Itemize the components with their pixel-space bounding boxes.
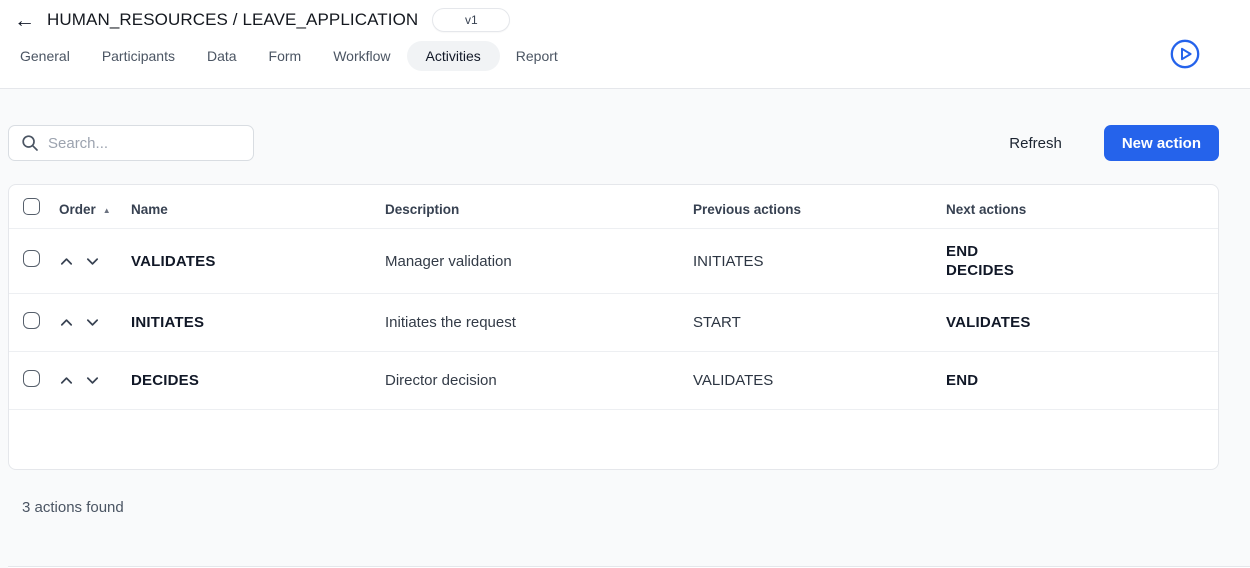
search-box[interactable] (8, 125, 254, 161)
table-empty-space (9, 409, 1218, 469)
previous-actions: INITIATES (693, 239, 946, 284)
tab-workflow[interactable]: Workflow (317, 41, 406, 71)
toolbar: Refresh New action (8, 89, 1219, 161)
row-checkbox[interactable] (23, 370, 40, 387)
actions-table: Order▲ Name Description Previous actions… (8, 184, 1219, 470)
table-row: DECIDESDirector decisionVALIDATESEND (9, 351, 1218, 409)
chevron-up-icon (59, 315, 74, 330)
action-name: DECIDES (131, 358, 385, 403)
row-checkbox[interactable] (23, 250, 40, 267)
tab-form[interactable]: Form (253, 41, 318, 71)
move-down-button[interactable] (85, 315, 100, 330)
column-header-order[interactable]: Order▲ (59, 202, 131, 217)
breadcrumb-bar: ← HUMAN_RESOURCES / LEAVE_APPLICATION v1 (0, 0, 1250, 34)
tab-bar: GeneralParticipantsDataFormWorkflowActiv… (0, 34, 1250, 71)
move-up-button[interactable] (59, 315, 74, 330)
row-checkbox[interactable] (23, 312, 40, 329)
chevron-down-icon (85, 315, 100, 330)
next-actions: ENDDECIDES (946, 229, 1218, 293)
chevron-up-icon (59, 254, 74, 269)
action-name: VALIDATES (131, 239, 385, 284)
select-all-checkbox[interactable] (23, 198, 40, 215)
page-title: HUMAN_RESOURCES / LEAVE_APPLICATION (47, 10, 418, 30)
previous-actions: VALIDATES (693, 358, 946, 403)
tab-report[interactable]: Report (500, 41, 574, 71)
action-name: INITIATES (131, 300, 385, 345)
new-action-button[interactable]: New action (1104, 125, 1219, 161)
chevron-down-icon (85, 373, 100, 388)
back-button[interactable]: ← (10, 10, 39, 31)
back-arrow-icon: ← (14, 9, 35, 32)
column-header-next-actions[interactable]: Next actions (946, 202, 1218, 217)
next-actions: VALIDATES (946, 300, 1218, 345)
table-body: VALIDATESManager validationINITIATESENDD… (9, 228, 1218, 409)
action-description: Director decision (385, 358, 693, 403)
refresh-button[interactable]: Refresh (1009, 135, 1062, 152)
app-header: ← HUMAN_RESOURCES / LEAVE_APPLICATION v1… (0, 0, 1250, 89)
move-up-button[interactable] (59, 373, 74, 388)
search-input[interactable] (48, 135, 241, 152)
table-row: VALIDATESManager validationINITIATESENDD… (9, 228, 1218, 293)
tab-activities[interactable]: Activities (407, 41, 500, 71)
column-header-previous-actions[interactable]: Previous actions (693, 202, 946, 217)
chevron-down-icon (85, 254, 100, 269)
search-icon (21, 134, 39, 152)
tab-general[interactable]: General (4, 41, 86, 71)
results-count: 3 actions found (22, 499, 1250, 516)
action-description: Initiates the request (385, 300, 693, 345)
next-actions: END (946, 358, 1218, 403)
table-row: INITIATESInitiates the requestSTARTVALID… (9, 293, 1218, 351)
chevron-up-icon (59, 373, 74, 388)
run-button[interactable] (1169, 38, 1201, 70)
move-down-button[interactable] (85, 254, 100, 269)
table-header-row: Order▲ Name Description Previous actions… (9, 185, 1218, 228)
move-up-button[interactable] (59, 254, 74, 269)
move-down-button[interactable] (85, 373, 100, 388)
action-description: Manager validation (385, 239, 693, 284)
play-circle-icon (1169, 58, 1201, 73)
sort-ascending-icon: ▲ (103, 206, 111, 215)
tab-participants[interactable]: Participants (86, 41, 191, 71)
previous-actions: START (693, 300, 946, 345)
version-badge[interactable]: v1 (432, 8, 510, 32)
column-header-description[interactable]: Description (385, 202, 693, 217)
toolbar-actions: Refresh New action (1009, 125, 1219, 161)
column-header-name[interactable]: Name (131, 202, 385, 217)
activities-panel: Refresh New action Order▲ Name Descripti… (0, 89, 1250, 568)
tab-data[interactable]: Data (191, 41, 253, 71)
